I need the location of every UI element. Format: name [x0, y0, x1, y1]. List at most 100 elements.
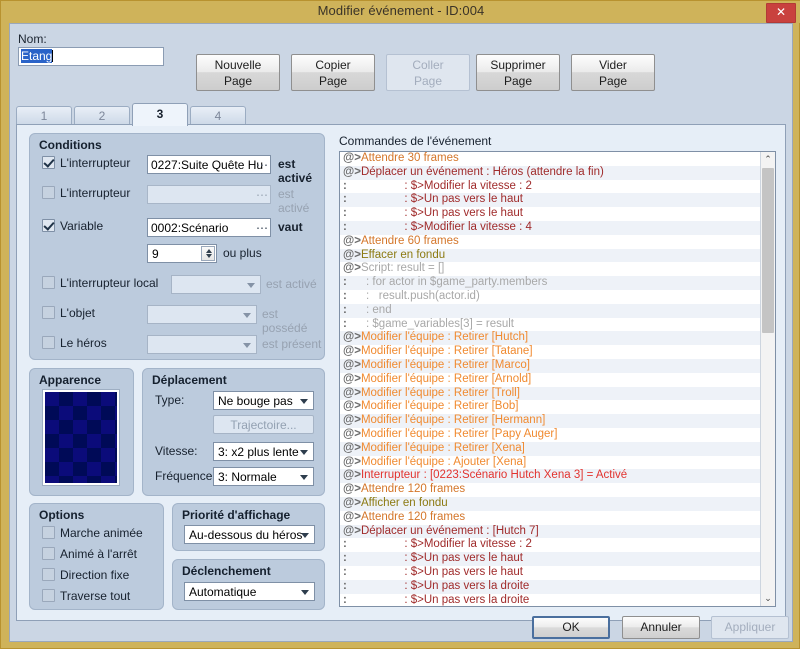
- scroll-down-icon[interactable]: ⌄: [761, 591, 775, 606]
- variable-amount-stepper[interactable]: 9: [147, 244, 217, 263]
- ok-button[interactable]: OK: [532, 616, 610, 639]
- copier-page-button[interactable]: Copier Page: [291, 54, 375, 91]
- tab-page-1[interactable]: 1: [16, 106, 72, 125]
- annuler-button[interactable]: Annuler: [622, 616, 700, 639]
- command-row[interactable]: @>Modifier l'équipe : Retirer [Hermann]: [340, 414, 760, 428]
- trigger-select[interactable]: Automatique: [184, 582, 315, 601]
- command-row[interactable]: @>Attendre 60 frames: [340, 235, 760, 249]
- command-text: : for actor in $game_party.members: [346, 276, 548, 289]
- command-row[interactable]: @>Modifier l'équipe : Retirer [Xena]: [340, 441, 760, 456]
- condition-checkbox-switch1[interactable]: [42, 156, 55, 169]
- command-row[interactable]: : : end: [340, 303, 760, 318]
- vider-page-button[interactable]: Vider Page: [571, 54, 655, 91]
- option-checkbox-0[interactable]: [42, 526, 55, 539]
- condition-checkbox-item[interactable]: [42, 306, 55, 319]
- condition-suffix-switch2: est activé: [278, 187, 310, 215]
- option-checkbox-3[interactable]: [42, 589, 55, 602]
- command-row[interactable]: @>Modifier l'équipe : Retirer [Marco]: [340, 358, 760, 373]
- ellipsis-icon[interactable]: ⋯: [256, 188, 268, 202]
- condition-switch2-field[interactable]: ⋯: [147, 185, 271, 204]
- stepper-arrows-icon[interactable]: [201, 246, 215, 261]
- ellipsis-icon[interactable]: ⋯: [256, 221, 268, 235]
- command-row[interactable]: @>Attendre 120 frames: [340, 483, 760, 497]
- appearance-preview[interactable]: [42, 389, 120, 486]
- window-title: Modifier événement - ID:004: [317, 3, 485, 18]
- condition-checkbox-variable[interactable]: [42, 219, 55, 232]
- condition-checkbox-hero[interactable]: [42, 336, 55, 349]
- command-row[interactable]: : : $game_variables[3] = result: [340, 318, 760, 332]
- chevron-down-icon: [301, 590, 309, 595]
- priority-value: Au-dessous du héros: [189, 528, 303, 542]
- page-button-line1: Nouvelle: [214, 58, 262, 72]
- tab-page-3[interactable]: 3: [132, 103, 188, 126]
- movement-speed-select[interactable]: 3: x2 plus lente: [213, 442, 314, 461]
- command-row[interactable]: : : $>Un pas vers le haut: [340, 207, 760, 221]
- command-row[interactable]: : : for actor in $game_party.members: [340, 276, 760, 290]
- condition-row-switch1[interactable]: L'interrupteur: [42, 156, 130, 176]
- command-row[interactable]: @>Modifier l'équipe : Retirer [Papy Auge…: [340, 428, 760, 442]
- command-row[interactable]: @>Afficher en fondu: [340, 496, 760, 511]
- condition-row-local-switch[interactable]: L'interrupteur local: [42, 276, 158, 296]
- command-row[interactable]: : : $>Un pas vers le haut: [340, 566, 760, 580]
- option-checkbox-1[interactable]: [42, 547, 55, 560]
- command-row[interactable]: : : $>Un pas vers la droite: [340, 594, 760, 607]
- command-row[interactable]: : : $>Modifier la vitesse : 2: [340, 180, 760, 194]
- movement-type-select[interactable]: Ne bouge pas: [213, 391, 314, 410]
- command-row[interactable]: @>Effacer en fondu: [340, 248, 760, 263]
- name-input[interactable]: Etang: [18, 47, 164, 66]
- commands-scrollbar[interactable]: ⌃ ⌄: [760, 152, 775, 606]
- condition-hero-select[interactable]: [147, 335, 257, 354]
- close-icon[interactable]: ✕: [766, 3, 796, 23]
- command-text: Modifier l'équipe : Retirer [Tatane]: [360, 345, 533, 358]
- command-row[interactable]: @>Attendre 120 frames: [340, 511, 760, 525]
- commands-list-box[interactable]: @>Attendre 30 frames @>Déplacer un événem…: [339, 151, 776, 607]
- command-row[interactable]: : : $>Un pas vers la droite: [340, 579, 760, 594]
- condition-checkbox-local-switch[interactable]: [42, 276, 55, 289]
- command-row[interactable]: : : $>Modifier la vitesse : 2: [340, 538, 760, 552]
- command-row[interactable]: : : $>Un pas vers le haut: [340, 552, 760, 566]
- condition-row-variable[interactable]: Variable: [42, 219, 103, 239]
- command-row[interactable]: @>Modifier l'équipe : Retirer [Bob]: [340, 400, 760, 414]
- command-row[interactable]: @>Modifier l'équipe : Ajouter [Xena]: [340, 456, 760, 470]
- page-button-line2: Page: [223, 74, 253, 88]
- condition-row-item[interactable]: L'objet: [42, 306, 95, 326]
- command-row[interactable]: @>Déplacer un événement : Héros (attendr…: [340, 165, 760, 180]
- option-row-2[interactable]: Direction fixe: [42, 568, 129, 587]
- option-row-1[interactable]: Animé à l'arrêt: [42, 547, 137, 566]
- condition-switch1-field[interactable]: 0227:Suite Quête Hu ⋯: [147, 155, 271, 174]
- command-row[interactable]: : : result.push(actor.id): [340, 290, 760, 304]
- command-row[interactable]: @>Script: result = []: [340, 262, 760, 276]
- condition-variable-field[interactable]: 0002:Scénario ⋯: [147, 218, 271, 237]
- command-row[interactable]: @>Modifier l'équipe : Retirer [Hutch]: [340, 331, 760, 346]
- command-row[interactable]: : : $>Modifier la vitesse : 4: [340, 220, 760, 235]
- ellipsis-icon[interactable]: ⋯: [256, 158, 268, 172]
- tab-page-2[interactable]: 2: [74, 106, 130, 125]
- movement-frequency-select[interactable]: 3: Normale: [213, 467, 314, 486]
- nouvelle-page-button[interactable]: Nouvelle Page: [196, 54, 280, 91]
- tab-page-4[interactable]: 4: [190, 106, 246, 125]
- condition-local-switch-select[interactable]: [171, 275, 261, 294]
- condition-checkbox-switch2[interactable]: [42, 186, 55, 199]
- priority-select[interactable]: Au-dessous du héros: [184, 525, 315, 544]
- supprimer-page-button[interactable]: Supprimer Page: [476, 54, 560, 91]
- command-row[interactable]: @>Modifier l'équipe : Retirer [Tatane]: [340, 345, 760, 359]
- scrollbar-thumb[interactable]: [762, 168, 774, 333]
- chevron-down-icon: [243, 343, 251, 348]
- commands-list[interactable]: @>Attendre 30 frames @>Déplacer un événem…: [340, 152, 760, 607]
- scroll-up-icon[interactable]: ⌃: [761, 152, 775, 167]
- command-row[interactable]: @>Modifier l'équipe : Retirer [Arnold]: [340, 373, 760, 387]
- command-text: Modifier l'équipe : Retirer [Marco]: [360, 358, 530, 371]
- condition-row-switch2[interactable]: L'interrupteur: [42, 186, 130, 206]
- condition-item-select[interactable]: [147, 305, 257, 324]
- option-checkbox-2[interactable]: [42, 568, 55, 581]
- command-row[interactable]: @>Déplacer un événement : [Hutch 7]: [340, 524, 760, 539]
- command-text: : result.push(actor.id): [346, 289, 480, 302]
- condition-row-hero[interactable]: Le héros: [42, 336, 107, 356]
- command-row[interactable]: @>Attendre 30 frames: [340, 152, 760, 166]
- command-row[interactable]: : : $>Un pas vers le haut: [340, 193, 760, 208]
- command-text: Attendre 120 frames: [360, 510, 466, 523]
- option-row-3[interactable]: Traverse tout: [42, 589, 130, 608]
- command-row[interactable]: @>Modifier l'équipe : Retirer [Troll]: [340, 386, 760, 401]
- command-row[interactable]: @>Interrupteur : [0223:Scénario Hutch Xe…: [340, 469, 760, 484]
- option-row-0[interactable]: Marche animée: [42, 526, 143, 545]
